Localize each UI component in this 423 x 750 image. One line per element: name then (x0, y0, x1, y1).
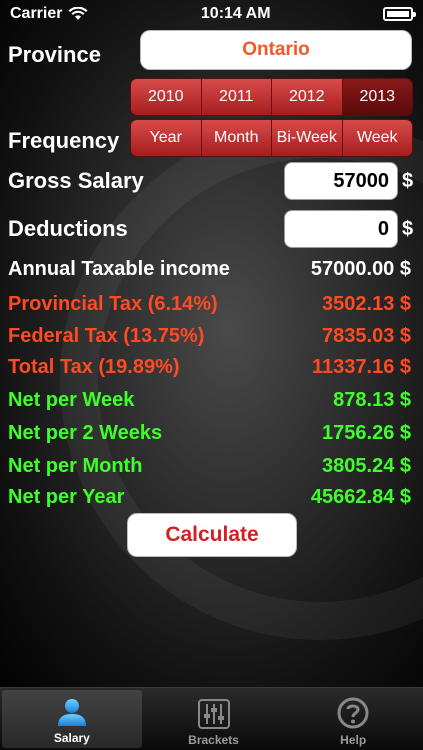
net-month-label: Net per Month (8, 455, 143, 477)
tab-help-label: Help (340, 733, 367, 747)
gross-salary-label: Gross Salary (8, 168, 144, 193)
frequency-segment-year[interactable]: Year (131, 120, 202, 156)
year-segment-2012[interactable]: 2012 (272, 79, 343, 115)
calculate-button[interactable]: Calculate (127, 513, 297, 557)
frequency-segment-week[interactable]: Week (342, 120, 412, 156)
net-2weeks-value: 1756.26 $ (322, 422, 411, 444)
net-week-value: 878.13 $ (333, 389, 411, 411)
carrier-label: Carrier (10, 5, 63, 22)
deductions-input[interactable]: 0 (284, 210, 398, 248)
person-icon (57, 699, 86, 726)
frequency-segment-month[interactable]: Month (201, 120, 272, 156)
annual-taxable-label: Annual Taxable income (8, 258, 230, 280)
battery-icon (382, 7, 416, 21)
year-segmented-control: 2010 2011 2012 2013 (130, 78, 413, 116)
net-month-value: 3805.24 $ (322, 455, 411, 477)
gross-salary-input[interactable]: 57000 (284, 162, 398, 200)
year-segment-2010[interactable]: 2010 (131, 79, 202, 115)
year-segment-2013[interactable]: 2013 (342, 79, 412, 115)
year-segment-2011[interactable]: 2011 (201, 79, 272, 115)
status-bar: Carrier 10:14 AM (0, 0, 423, 28)
clock: 10:14 AM (200, 5, 271, 22)
total-tax-value: 11337.16 $ (312, 356, 411, 378)
frequency-label: Frequency (8, 128, 120, 153)
deductions-unit: $ (402, 218, 414, 240)
tab-brackets-label: Brackets (188, 733, 239, 747)
gross-salary-unit: $ (402, 170, 414, 192)
federal-tax-label: Federal Tax (13.75%) (8, 325, 205, 347)
provincial-tax-value: 3502.13 $ (322, 293, 411, 315)
tab-salary-label: Salary (53, 731, 90, 745)
deductions-label: Deductions (8, 216, 128, 241)
annual-taxable-value: 57000.00 $ (310, 258, 411, 280)
sliders-icon (197, 699, 230, 729)
tab-salary[interactable]: Salary (2, 690, 142, 748)
province-picker-button[interactable]: Ontario (140, 30, 412, 70)
tab-brackets[interactable]: Brackets (144, 688, 284, 750)
province-label: Province (8, 42, 101, 67)
net-week-label: Net per Week (8, 389, 135, 411)
net-year-label: Net per Year (8, 486, 125, 508)
frequency-segment-biweek[interactable]: Bi-Week (272, 120, 343, 156)
net-year-value: 45662.84 $ (310, 486, 411, 508)
tab-bar: Salary Brackets Help (0, 687, 423, 750)
provincial-tax-label: Provincial Tax (6.14%) (8, 293, 218, 315)
question-icon (337, 697, 369, 729)
federal-tax-value: 7835.03 $ (322, 325, 411, 347)
tab-help[interactable]: Help (283, 688, 423, 750)
wifi-icon (68, 7, 88, 20)
frequency-segmented-control: Year Month Bi-Week Week (130, 119, 413, 157)
net-2weeks-label: Net per 2 Weeks (8, 422, 163, 444)
total-tax-label: Total Tax (19.89%) (8, 356, 180, 378)
